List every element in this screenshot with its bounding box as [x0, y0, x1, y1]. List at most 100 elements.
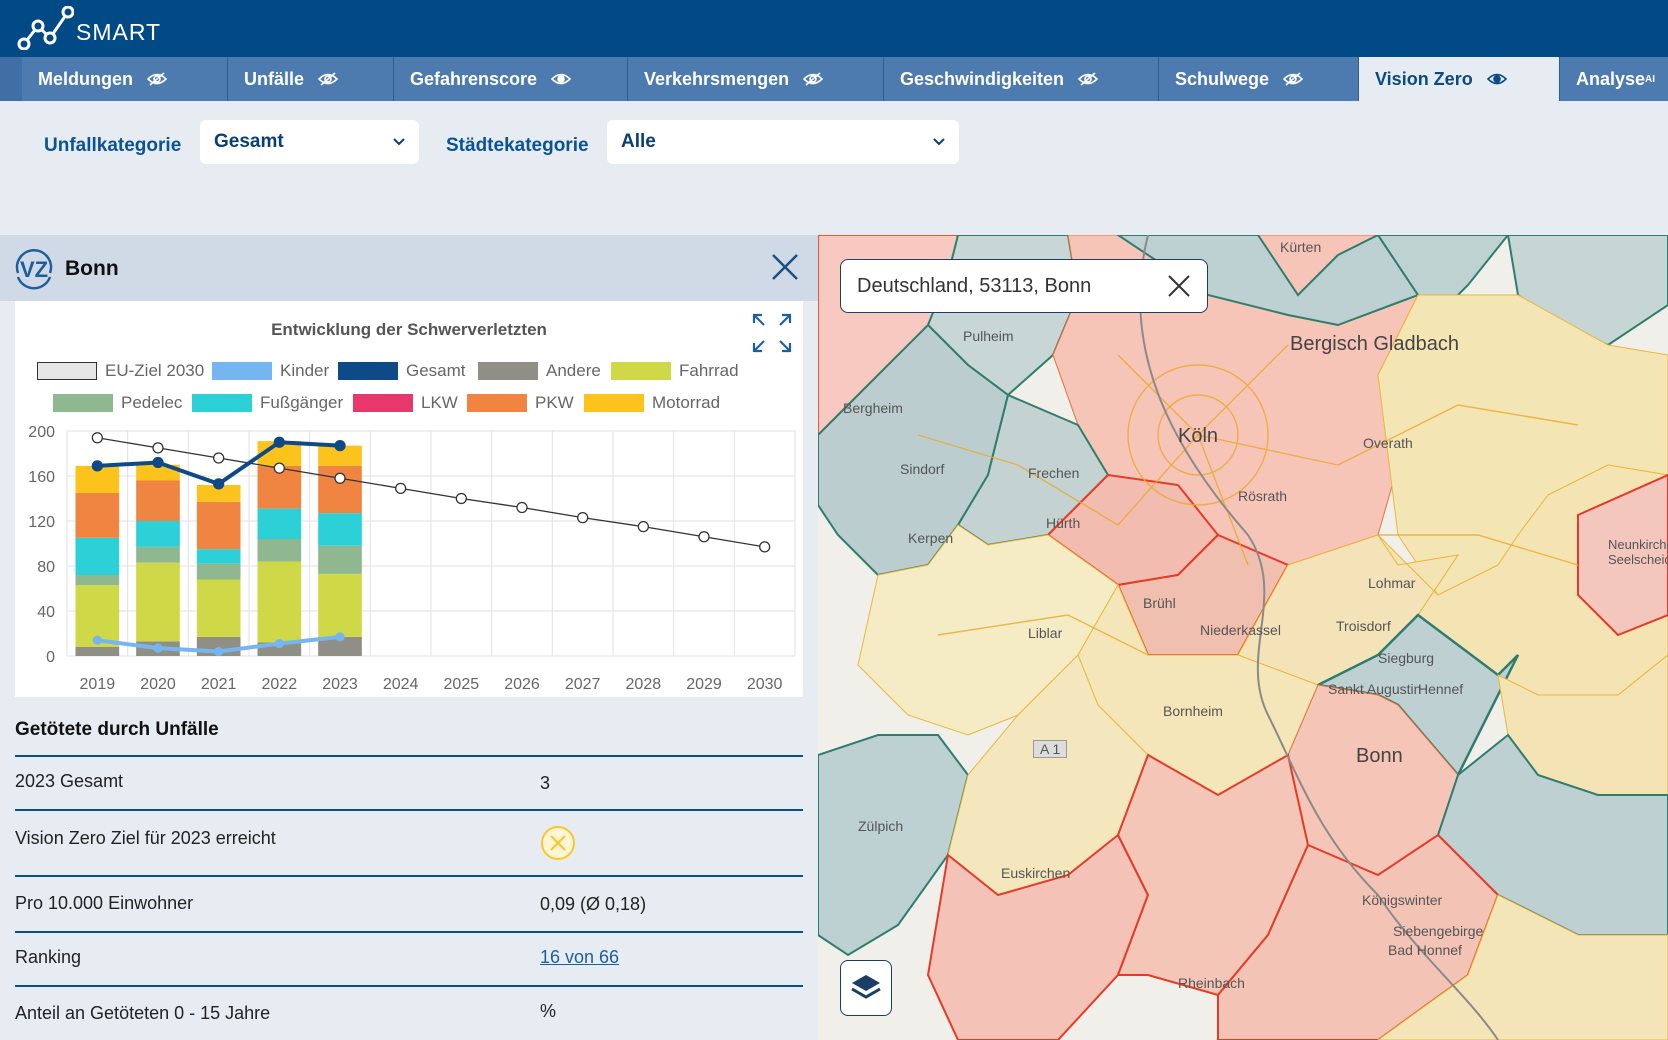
- logo-text: SMART: [76, 18, 162, 45]
- row-value: %: [540, 1001, 557, 1021]
- table-row: Vision Zero Ziel für 2023 erreicht: [15, 811, 803, 877]
- line-point: [334, 472, 346, 484]
- staedtekategorie-select[interactable]: Alle: [607, 120, 959, 164]
- bar-segment: [257, 539, 302, 562]
- map-place-label: Sindorf: [900, 461, 945, 477]
- unfallkategorie-select[interactable]: Gesamt: [200, 120, 419, 164]
- map-place-label: Rösrath: [1238, 488, 1288, 504]
- tab-gefahrenscore[interactable]: Gefahrenscore: [393, 57, 627, 101]
- eye-off-icon: [803, 72, 824, 86]
- bar-segment: [136, 521, 180, 547]
- table-row: Pro 10.000 Einwohner 0,09 (Ø 0,18): [15, 877, 803, 933]
- bar-segment: [136, 546, 180, 563]
- row-label: Vision Zero Ziel für 2023 erreicht: [15, 828, 276, 848]
- line-point: [637, 520, 649, 533]
- line-point: [273, 462, 285, 474]
- chevron-down-icon: [393, 138, 405, 146]
- bar-segment: [196, 563, 241, 580]
- tab-bar: Meldungen Unfälle Gefahrenscore Verkehrsmen…: [0, 57, 1668, 101]
- x-tick-label: 2023: [322, 676, 358, 693]
- line-point: [455, 492, 467, 505]
- tab-vision-zero[interactable]: Vision Zero: [1358, 57, 1559, 101]
- visibility-toggle[interactable]: [1283, 72, 1304, 86]
- table-row: Anteil an Getöteten 0 - 15 Jahre %: [15, 987, 803, 1039]
- tab-unfälle[interactable]: Unfälle: [227, 57, 393, 101]
- city-name: Bonn: [65, 257, 119, 280]
- location-search[interactable]: Deutschland, 53113, Bonn: [840, 259, 1208, 313]
- unfallkategorie-value: Gesamt: [214, 131, 284, 152]
- chart-plot: 0 40 80 120 160 200 2019 2020 2021 2022 2023 2024 20…: [28, 424, 796, 693]
- bar-segment: [196, 549, 241, 564]
- tab-meldungen[interactable]: Meldungen: [0, 57, 227, 101]
- bar-segment: [318, 545, 362, 574]
- filter-bar: Unfallkategorie Gesamt Städtekategorie A…: [0, 101, 1668, 235]
- map-place-label: Frechen: [1028, 465, 1080, 481]
- map-place-label: Hürth: [1046, 515, 1081, 531]
- svg-text:VZ: VZ: [20, 257, 48, 282]
- line-point: [213, 478, 225, 490]
- tab-schulwege[interactable]: Schulwege: [1158, 57, 1358, 101]
- row-value: 0,09 (Ø 0,18): [540, 894, 647, 914]
- close-icon[interactable]: [771, 253, 799, 281]
- visibility-toggle[interactable]: [147, 72, 167, 86]
- eye-off-icon: [318, 72, 339, 86]
- y-tick-label: 0: [46, 649, 55, 666]
- x-tick-label: 2019: [80, 676, 116, 693]
- line-point: [698, 531, 710, 543]
- bar-segment: [196, 501, 241, 550]
- map-place-label: Bonn: [1356, 745, 1403, 767]
- visibility-toggle[interactable]: [318, 72, 339, 86]
- y-tick-label: 120: [28, 514, 55, 531]
- panel-header: VZ Bonn: [0, 235, 818, 301]
- goal-missed-icon: [541, 826, 575, 860]
- row-label: Pro 10.000 Einwohner: [15, 893, 194, 913]
- line-point: [153, 643, 163, 653]
- x-tick-label: 2020: [140, 676, 176, 693]
- line-point: [334, 439, 346, 452]
- visibility-toggle[interactable]: [1078, 72, 1099, 86]
- line-point: [577, 511, 589, 524]
- bar-segment: [196, 579, 241, 637]
- clear-search-icon[interactable]: [1167, 274, 1191, 298]
- bar-segment: [318, 573, 362, 637]
- visibility-toggle[interactable]: [1486, 72, 1507, 86]
- table-row: 2023 Gesamt 3: [15, 757, 803, 811]
- map-place-label: Zülpich: [858, 818, 904, 834]
- map-place-label: Köln: [1178, 425, 1219, 447]
- map-place-label: Kerpen: [908, 530, 954, 546]
- map-place-label: Brühl: [1143, 595, 1176, 611]
- unfallkategorie-label: Unfallkategorie: [44, 135, 182, 156]
- map-place-label: Bornheim: [1163, 703, 1223, 719]
- visibility-toggle[interactable]: [551, 72, 572, 86]
- row-value: 3: [540, 773, 551, 793]
- line-point: [274, 638, 284, 649]
- bar-segment: [136, 562, 180, 642]
- map-place-label: Hennef: [1418, 681, 1464, 697]
- ranking-link[interactable]: 16 von 66: [540, 947, 619, 968]
- eye-icon: [1486, 73, 1507, 85]
- smart-logo[interactable]: SMART: [16, 2, 161, 54]
- line-point: [92, 635, 102, 645]
- layers-icon: [851, 975, 881, 999]
- map-layers-button[interactable]: [840, 960, 892, 1016]
- map-place-label: Overath: [1363, 435, 1413, 451]
- bar-segment: [75, 647, 120, 656]
- map-place-label: Siebengebirge: [1393, 923, 1484, 939]
- chart-container: Entwicklung der Schwerverletzten EU-Ziel…: [15, 301, 803, 697]
- row-label: 2023 Gesamt: [15, 771, 124, 791]
- map-place-label: Kürten: [1280, 239, 1322, 255]
- tab-geschwindigkeiten[interactable]: Geschwindigkeiten: [883, 57, 1158, 101]
- map-place-label: Sankt Augustin: [1328, 681, 1422, 697]
- tab-label: Schulwege: [1175, 68, 1270, 89]
- tab-verkehrsmengen[interactable]: Verkehrsmengen: [627, 57, 883, 101]
- y-tick-label: 200: [28, 424, 55, 441]
- visibility-toggle[interactable]: [803, 72, 824, 86]
- table-title: Getötete durch Unfälle: [15, 705, 803, 757]
- line-point: [335, 632, 345, 642]
- x-tick-label: 2022: [262, 676, 298, 693]
- tab-analyse[interactable]: Analyse AI: [1559, 57, 1668, 101]
- map-place-label: Königswinter: [1362, 892, 1443, 908]
- bar-segment: [75, 537, 120, 575]
- x-tick-label: 2030: [747, 676, 783, 693]
- map-view[interactable]: LeverkusenOdenthalKürtenPulheimBergisch …: [818, 235, 1668, 1040]
